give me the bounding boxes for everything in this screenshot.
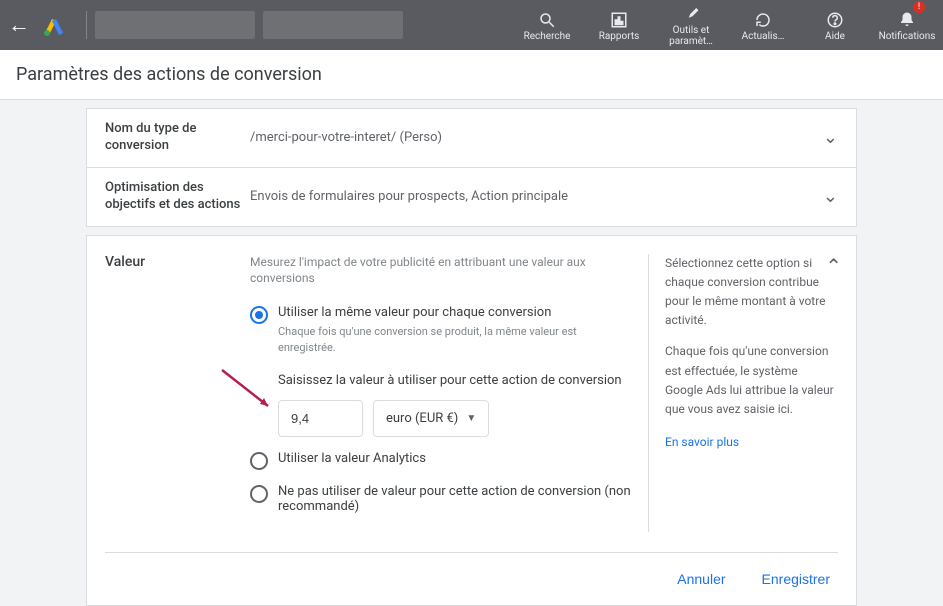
chevron-down-icon: ⌄ <box>823 127 838 148</box>
save-button[interactable]: Enregistrer <box>754 565 838 593</box>
page-title: Paramètres des actions de conversion <box>0 50 943 100</box>
option-same-value[interactable]: Utiliser la même valeur pour chaque conv… <box>250 305 632 437</box>
nav-label: Notifications <box>879 31 936 42</box>
radio-icon[interactable] <box>250 485 268 503</box>
value-input-label: Saisissez la valeur à utiliser pour cett… <box>278 373 632 388</box>
valeur-panel: Valeur Mesurez l'impact de votre publici… <box>86 235 857 606</box>
tools-icon <box>682 3 700 25</box>
option-analytics-value[interactable]: Utiliser la valeur Analytics <box>250 451 632 470</box>
tools-nav[interactable]: Outils et paramèt… <box>655 3 727 47</box>
account-selector-secondary[interactable] <box>263 11 403 39</box>
help-text: Chaque fois qu'une conversion est effect… <box>665 342 838 419</box>
radio-icon[interactable] <box>250 306 268 324</box>
setting-label: Nom du type de conversion <box>105 121 250 155</box>
cancel-button[interactable]: Annuler <box>669 565 733 593</box>
collapse-chevron-icon[interactable]: ⌃ <box>825 250 842 282</box>
setting-label: Optimisation des objectifs et des action… <box>105 180 250 214</box>
chevron-down-icon: ▼ <box>466 413 476 424</box>
currency-label: euro (EUR €) <box>386 411 458 426</box>
setting-value: Envois de formulaires pour prospects, Ac… <box>250 189 823 204</box>
search-nav[interactable]: Recherche <box>511 3 583 47</box>
setting-row-conversion-name[interactable]: Nom du type de conversion /merci-pour-vo… <box>87 109 856 168</box>
option-title: Utiliser la valeur Analytics <box>278 451 632 466</box>
reports-nav[interactable]: Rapports <box>583 3 655 47</box>
back-arrow-icon[interactable]: ← <box>8 12 30 38</box>
chevron-down-icon: ⌄ <box>823 186 838 207</box>
currency-select[interactable]: euro (EUR €) ▼ <box>373 400 489 437</box>
nav-label: Rapports <box>599 31 640 42</box>
radio-icon[interactable] <box>250 452 268 470</box>
nav-label: Actualis… <box>742 31 785 42</box>
learn-more-link[interactable]: En savoir plus <box>665 433 739 452</box>
notifications-nav[interactable]: Notifications <box>871 3 943 47</box>
bell-icon <box>898 9 916 31</box>
valeur-actions: Annuler Enregistrer <box>105 552 838 593</box>
help-nav[interactable]: Aide <box>799 3 871 47</box>
setting-value: /merci-pour-votre-interet/ (Perso) <box>250 130 823 145</box>
valeur-subtitle: Mesurez l'impact de votre publicité en a… <box>250 254 632 288</box>
valeur-help-panel: ⌃ Sélectionnez cette option si chaque co… <box>648 254 838 532</box>
google-ads-logo-icon[interactable] <box>42 13 66 37</box>
search-icon <box>538 9 556 31</box>
account-selector[interactable] <box>95 11 255 39</box>
top-bar: ← Recherche Rapports Outils et paramèt… … <box>0 0 943 50</box>
conversion-value-input[interactable] <box>278 400 363 437</box>
setting-row-optimization[interactable]: Optimisation des objectifs et des action… <box>87 168 856 226</box>
refresh-nav[interactable]: Actualis… <box>727 3 799 47</box>
help-text: Sélectionnez cette option si chaque conv… <box>665 254 838 331</box>
report-icon <box>610 9 628 31</box>
divider <box>86 11 87 39</box>
option-no-value[interactable]: Ne pas utiliser de valeur pour cette act… <box>250 484 632 518</box>
valeur-label: Valeur <box>105 254 250 532</box>
option-title: Ne pas utiliser de valeur pour cette act… <box>278 484 632 514</box>
refresh-icon <box>754 9 772 31</box>
option-title: Utiliser la même valeur pour chaque conv… <box>278 305 632 320</box>
option-desc: Chaque fois qu'une conversion se produit… <box>278 324 632 355</box>
nav-label: Recherche <box>524 31 571 42</box>
topbar-nav: Recherche Rapports Outils et paramèt… Ac… <box>511 3 943 47</box>
nav-label: Outils et paramèt… <box>657 25 725 47</box>
nav-label: Aide <box>825 31 845 42</box>
help-icon <box>826 9 844 31</box>
